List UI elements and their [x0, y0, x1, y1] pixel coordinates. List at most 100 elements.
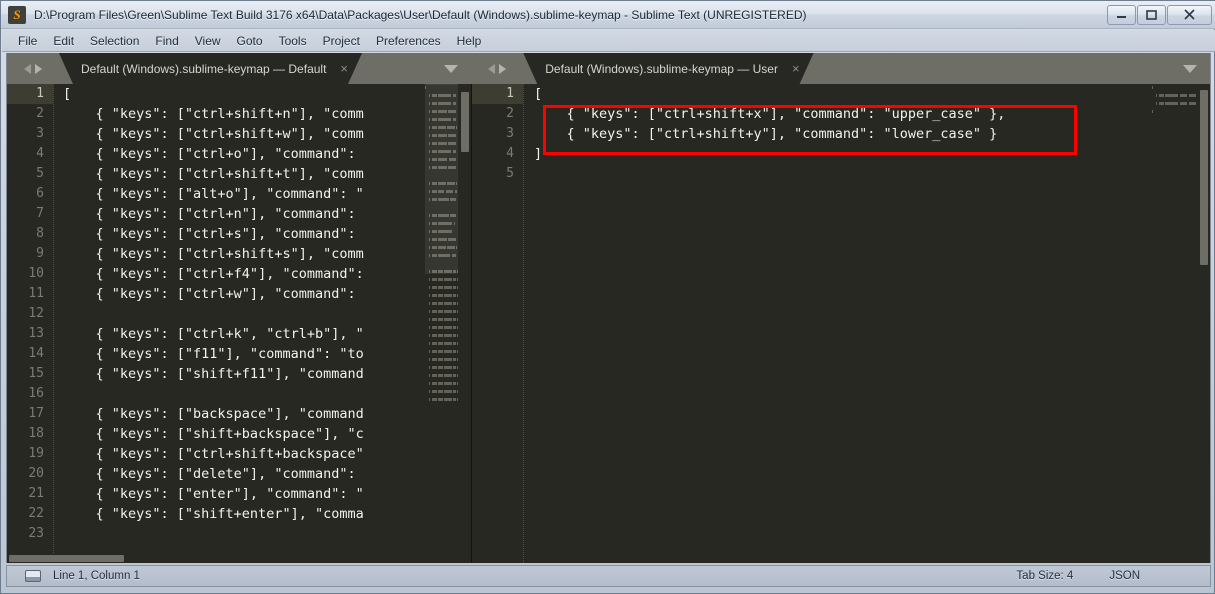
line-number: 12: [7, 304, 53, 324]
code-line[interactable]: { "keys": ["ctrl+k", "ctrl+b"], ": [63, 324, 423, 344]
code-line[interactable]: [63, 304, 423, 324]
syntax-status[interactable]: JSON: [1109, 570, 1140, 582]
menu-item-project[interactable]: Project: [315, 32, 368, 50]
minimap-line: [1152, 92, 1196, 100]
minimap-line: [425, 500, 458, 508]
nav-next-icon[interactable]: [35, 64, 42, 74]
right-vertical-scroll-thumb[interactable]: [1200, 90, 1208, 265]
code-line[interactable]: { "keys": ["ctrl+o"], "command":: [63, 144, 423, 164]
code-line[interactable]: { "keys": ["ctrl+shift+n"], "comm: [63, 104, 423, 124]
line-number: 1: [472, 84, 523, 104]
left-horizontal-scrollbar[interactable]: [7, 553, 425, 563]
code-line[interactable]: { "keys": ["shift+enter"], "comma: [63, 504, 423, 524]
minimap-line: [425, 476, 458, 484]
code-line[interactable]: { "keys": ["ctrl+shift+w"], "comm: [63, 124, 423, 144]
code-line[interactable]: { "keys": ["shift+backspace"], "c: [63, 424, 423, 444]
menu-item-tools[interactable]: Tools: [271, 32, 315, 50]
code-line[interactable]: { "keys": ["ctrl+w"], "command":: [63, 284, 423, 304]
right-minimap[interactable]: [1152, 84, 1196, 563]
chevron-down-icon[interactable]: [1183, 65, 1197, 73]
line-number: 15: [7, 364, 53, 384]
nav-prev-icon[interactable]: [24, 64, 31, 74]
tab-size-status[interactable]: Tab Size: 4: [1016, 570, 1073, 582]
line-number: 7: [7, 204, 53, 224]
minimap-line: [1152, 108, 1196, 116]
code-line[interactable]: [534, 164, 1134, 184]
code-line[interactable]: ]: [534, 144, 1134, 164]
code-line[interactable]: { "keys": ["alt+o"], "command": ": [63, 184, 423, 204]
code-line[interactable]: { "keys": ["enter"], "command": ": [63, 484, 423, 504]
code-line[interactable]: [63, 384, 423, 404]
minimap-line: [425, 420, 458, 428]
left-pane-tab-group: Default (Windows).sublime-keymap — Defau…: [7, 53, 471, 84]
minimap-line: [425, 396, 458, 404]
code-line[interactable]: { "keys": ["ctrl+shift+t"], "comm: [63, 164, 423, 184]
line-number: 23: [7, 524, 53, 544]
code-line[interactable]: { "keys": ["delete"], "command":: [63, 464, 423, 484]
close-icon[interactable]: ×: [340, 62, 348, 75]
line-number: 1: [7, 84, 53, 104]
line-number: 5: [7, 164, 53, 184]
minimap-line: [425, 524, 458, 532]
code-line[interactable]: { "keys": ["ctrl+s"], "command":: [63, 224, 423, 244]
menu-item-goto[interactable]: Goto: [229, 32, 271, 50]
nav-next-icon[interactable]: [499, 64, 506, 74]
left-minimap[interactable]: [425, 84, 458, 563]
right-editor-pane[interactable]: 12345 [ { "keys": ["ctrl+shift+x"], "com…: [472, 84, 1211, 563]
right-tab-menu-button[interactable]: [1170, 53, 1210, 84]
minimap-line: [1152, 84, 1196, 92]
left-horizontal-scroll-thumb[interactable]: [9, 555, 124, 562]
code-line[interactable]: { "keys": ["backspace"], "command: [63, 404, 423, 424]
menu-item-edit[interactable]: Edit: [45, 32, 82, 50]
left-code-content[interactable]: [ { "keys": ["ctrl+shift+n"], "comm { "k…: [63, 84, 423, 563]
right-vertical-scrollbar[interactable]: [1198, 84, 1209, 563]
code-line[interactable]: { "keys": ["ctrl+shift+s"], "comm: [63, 244, 423, 264]
line-number: 11: [7, 284, 53, 304]
code-line[interactable]: { "keys": ["ctrl+shift+y"], "command": "…: [534, 124, 1134, 144]
code-line[interactable]: { "keys": ["ctrl+n"], "command":: [63, 204, 423, 224]
minimap-line: [425, 556, 458, 563]
minimap-line: [425, 460, 458, 468]
menu-item-preferences[interactable]: Preferences: [368, 32, 449, 50]
left-vertical-scroll-thumb[interactable]: [461, 92, 469, 152]
menu-item-file[interactable]: File: [10, 32, 45, 50]
line-number: 13: [7, 324, 53, 344]
nav-prev-icon[interactable]: [488, 64, 495, 74]
line-number: 8: [7, 224, 53, 244]
minimap-line: [425, 348, 458, 356]
code-line[interactable]: { "keys": ["ctrl+shift+x"], "command": "…: [534, 104, 1134, 124]
menu-item-help[interactable]: Help: [449, 32, 490, 50]
minimap-line: [425, 356, 458, 364]
minimap-viewport[interactable]: [425, 84, 458, 274]
close-icon[interactable]: [1167, 5, 1212, 25]
tab-default-windows-sublime-keymap-default[interactable]: Default (Windows).sublime-keymap — Defau…: [59, 53, 362, 84]
chevron-down-icon[interactable]: [444, 65, 458, 73]
menu-item-find[interactable]: Find: [147, 32, 186, 50]
cursor-position-status[interactable]: Line 1, Column 1: [53, 570, 140, 582]
code-line[interactable]: { "keys": ["ctrl+f4"], "command":: [63, 264, 423, 284]
code-line[interactable]: { "keys": ["f11"], "command": "to: [63, 344, 423, 364]
code-line[interactable]: { "keys": ["ctrl+shift+backspace": [63, 444, 423, 464]
left-vertical-scrollbar[interactable]: [459, 84, 470, 563]
menu-item-view[interactable]: View: [187, 32, 229, 50]
left-tab-menu-button[interactable]: [431, 53, 471, 84]
right-code-content[interactable]: [ { "keys": ["ctrl+shift+x"], "command":…: [534, 84, 1134, 563]
line-number: 14: [7, 344, 53, 364]
minimap-line: [425, 292, 458, 300]
right-pane-tab-group: Default (Windows).sublime-keymap — User …: [471, 53, 1210, 84]
tab-default-windows-sublime-keymap-user[interactable]: Default (Windows).sublime-keymap — User …: [523, 53, 813, 84]
minimize-icon[interactable]: [1107, 5, 1136, 25]
code-line[interactable]: { "keys": ["shift+f11"], "command: [63, 364, 423, 384]
right-pane-nav-arrows[interactable]: [471, 53, 523, 84]
code-line[interactable]: [: [63, 84, 423, 104]
code-line[interactable]: [: [534, 84, 1134, 104]
minimap-line: [425, 428, 458, 436]
maximize-icon[interactable]: [1137, 5, 1166, 25]
title-bar: D:\Program Files\Green\Sublime Text Buil…: [1, 1, 1215, 29]
close-icon[interactable]: ×: [792, 62, 800, 75]
code-line[interactable]: [63, 524, 423, 544]
right-line-number-gutter: 12345: [472, 84, 524, 563]
left-editor-pane[interactable]: 1234567891011121314151617181920212223 [ …: [7, 84, 472, 563]
menu-item-selection[interactable]: Selection: [82, 32, 147, 50]
left-pane-nav-arrows[interactable]: [7, 53, 59, 84]
